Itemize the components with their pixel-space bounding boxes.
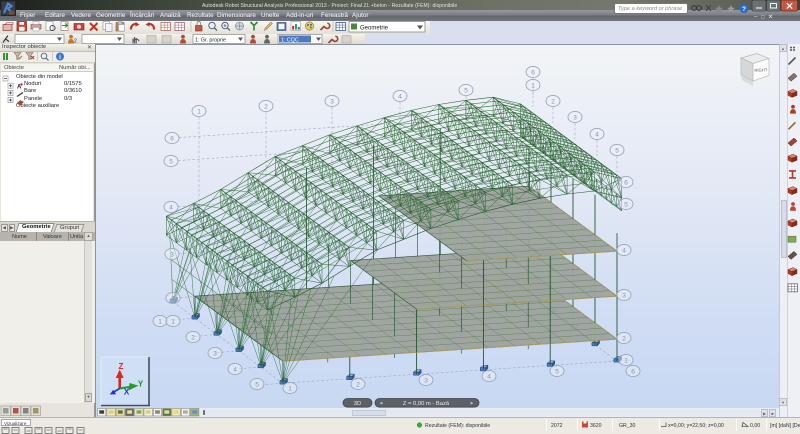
svg-text:+: +	[223, 24, 226, 30]
svg-text:?: ?	[742, 6, 746, 13]
svg-text:1: CQC: 1: CQC	[281, 37, 299, 43]
svg-text:✕: ✕	[768, 15, 773, 21]
svg-text:□: □	[761, 15, 765, 21]
svg-text:1: Gr. proprie: 1: Gr. proprie	[195, 37, 226, 43]
svg-text:Geometrie: Geometrie	[360, 26, 389, 32]
svg-text:2: 2	[74, 39, 77, 45]
svg-text:–: –	[754, 15, 758, 21]
